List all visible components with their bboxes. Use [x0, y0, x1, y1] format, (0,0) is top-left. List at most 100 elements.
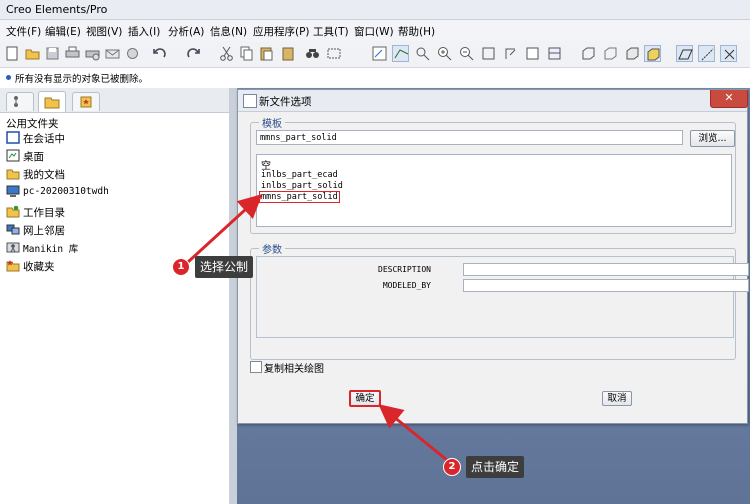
copy-icon[interactable] — [238, 45, 255, 62]
template-item-selected[interactable]: mmns_part_solid — [259, 191, 340, 203]
menu-tools[interactable]: 工具(T) — [313, 24, 349, 39]
network-icon — [6, 224, 20, 235]
folder-in-session[interactable]: 在会话中 — [6, 130, 226, 147]
param-value-input[interactable] — [463, 279, 749, 292]
template-legend: 模板 — [259, 115, 285, 130]
folder-computer[interactable]: pc-20200310twdh — [6, 184, 226, 201]
template-item[interactable]: inlbs_part_solid — [261, 181, 343, 191]
menu-bar: 文件(F) 编辑(E) 视图(V) 插入(I) 分析(A) 信息(N) 应用程序… — [0, 20, 750, 41]
cut-icon[interactable] — [218, 45, 235, 62]
documents-folder-icon — [6, 169, 20, 180]
save-icon[interactable] — [44, 45, 61, 62]
datum-plane-icon[interactable] — [392, 45, 409, 62]
app-title: Creo Elements/Pro — [6, 3, 108, 16]
param-name: DESCRIPTION — [378, 265, 431, 274]
find-icon[interactable] — [304, 45, 321, 62]
session-icon — [6, 131, 20, 144]
param-value-input[interactable] — [463, 263, 749, 276]
menu-analysis[interactable]: 分析(A) — [168, 24, 204, 39]
hidden-line-icon[interactable] — [602, 45, 619, 62]
zoom-out-icon[interactable] — [458, 45, 475, 62]
folder-my-documents[interactable]: 我的文档 — [6, 166, 226, 183]
folder-browser-icon — [44, 97, 60, 109]
template-item[interactable]: inlbs_part_ecad — [261, 170, 338, 180]
model-tree-tab[interactable] — [6, 92, 34, 111]
param-name: MODELED_BY — [382, 281, 431, 290]
app-title-bar: Creo Elements/Pro — [0, 0, 750, 20]
message-text: 所有没有显示的对象已被删除。 — [15, 74, 149, 85]
copy-drawings-checkbox[interactable] — [250, 361, 262, 373]
folder-label: Manikin 库 — [23, 244, 79, 255]
zoom-in-icon[interactable] — [436, 45, 453, 62]
folder-label: 网上邻居 — [23, 225, 65, 237]
regenerate-icon[interactable] — [371, 45, 388, 62]
favorites-icon — [6, 260, 20, 272]
mail-attach-icon[interactable] — [124, 45, 141, 62]
selection-box-icon[interactable] — [326, 45, 343, 62]
folder-label: 工作目录 — [23, 207, 65, 219]
saved-views-icon[interactable] — [524, 45, 541, 62]
favorites-tab[interactable] — [72, 92, 100, 111]
menu-window[interactable]: 窗口(W) — [354, 24, 394, 39]
plane-display-icon[interactable] — [676, 45, 693, 62]
template-name-input[interactable]: mmns_part_solid — [256, 130, 683, 145]
menu-edit[interactable]: 编辑(E) — [45, 24, 81, 39]
ok-button[interactable]: 确定 — [349, 390, 381, 407]
new-file-icon[interactable] — [4, 45, 21, 62]
panel-splitter[interactable] — [229, 88, 237, 504]
annotation-label-1: 选择公制 — [195, 256, 254, 278]
dialog-close-button[interactable]: ✕ — [710, 90, 748, 108]
folder-label: 在会话中 — [23, 133, 65, 145]
folder-favorites[interactable]: 收藏夹 — [6, 258, 226, 275]
menu-file[interactable]: 文件(F) — [6, 24, 41, 39]
parameters-legend: 参数 — [259, 241, 285, 256]
paste-special-icon[interactable] — [280, 45, 297, 62]
paste-icon[interactable] — [258, 45, 275, 62]
open-folder-icon[interactable] — [24, 45, 41, 62]
refit-icon[interactable] — [480, 45, 497, 62]
menu-view[interactable]: 视图(V) — [86, 24, 122, 39]
print-icon[interactable] — [64, 45, 81, 62]
template-list[interactable]: 空 inlbs_part_ecad inlbs_part_solid mmns_… — [256, 154, 732, 227]
menu-info[interactable]: 信息(N) — [210, 24, 247, 39]
favorites-tab-icon — [80, 96, 92, 108]
folder-manikin-library[interactable]: Manikin 库 — [6, 240, 226, 257]
menu-insert[interactable]: 插入(I) — [128, 24, 160, 39]
cancel-button[interactable]: 取消 — [602, 391, 632, 406]
desktop-icon — [6, 149, 20, 162]
no-hidden-icon[interactable] — [624, 45, 641, 62]
menu-applications[interactable]: 应用程序(P) — [253, 24, 310, 39]
dialog-window-icon — [243, 94, 257, 108]
navigator-tabs — [0, 88, 229, 113]
browse-button[interactable]: 浏览... — [690, 130, 735, 147]
working-directory-icon — [6, 205, 20, 218]
zoom-fit-icon[interactable] — [414, 45, 431, 62]
folder-browser-tab[interactable] — [38, 91, 66, 112]
orient-icon[interactable] — [502, 45, 519, 62]
folder-network[interactable]: 网上邻居 — [6, 222, 226, 239]
navigator-panel: 公用文件夹 在会话中 桌面 我的文档 pc-20200310twdh 工作目录 … — [0, 88, 230, 504]
annotation-number-2: 2 — [443, 458, 461, 476]
view-manager-icon[interactable] — [546, 45, 563, 62]
folder-label: pc-20200310twdh — [23, 186, 109, 197]
message-bar: 所有没有显示的对象已被删除。 — [0, 68, 750, 89]
annotation-number-1: 1 — [172, 258, 190, 276]
wireframe-icon[interactable] — [580, 45, 597, 62]
annotation-label-2: 点击确定 — [466, 456, 525, 478]
folder-desktop[interactable]: 桌面 — [6, 148, 226, 165]
redo-icon[interactable] — [184, 45, 201, 62]
send-mail-icon[interactable] — [104, 45, 121, 62]
model-tree-icon — [14, 96, 18, 107]
parameters-table: DESCRIPTION MODELED_BY — [256, 256, 749, 338]
dialog-title-bar: 新文件选项 ✕ — [238, 90, 748, 112]
folder-working-directory[interactable]: 工作目录 — [6, 204, 226, 221]
point-display-icon[interactable] — [720, 45, 737, 62]
dialog-title: 新文件选项 — [259, 96, 312, 108]
axis-display-icon[interactable] — [698, 45, 715, 62]
shading-icon[interactable] — [644, 45, 661, 62]
undo-icon[interactable] — [152, 45, 169, 62]
menu-help[interactable]: 帮助(H) — [398, 24, 435, 39]
computer-icon — [6, 185, 20, 197]
folder-label: 收藏夹 — [23, 261, 55, 273]
quick-print-icon[interactable] — [84, 45, 101, 62]
